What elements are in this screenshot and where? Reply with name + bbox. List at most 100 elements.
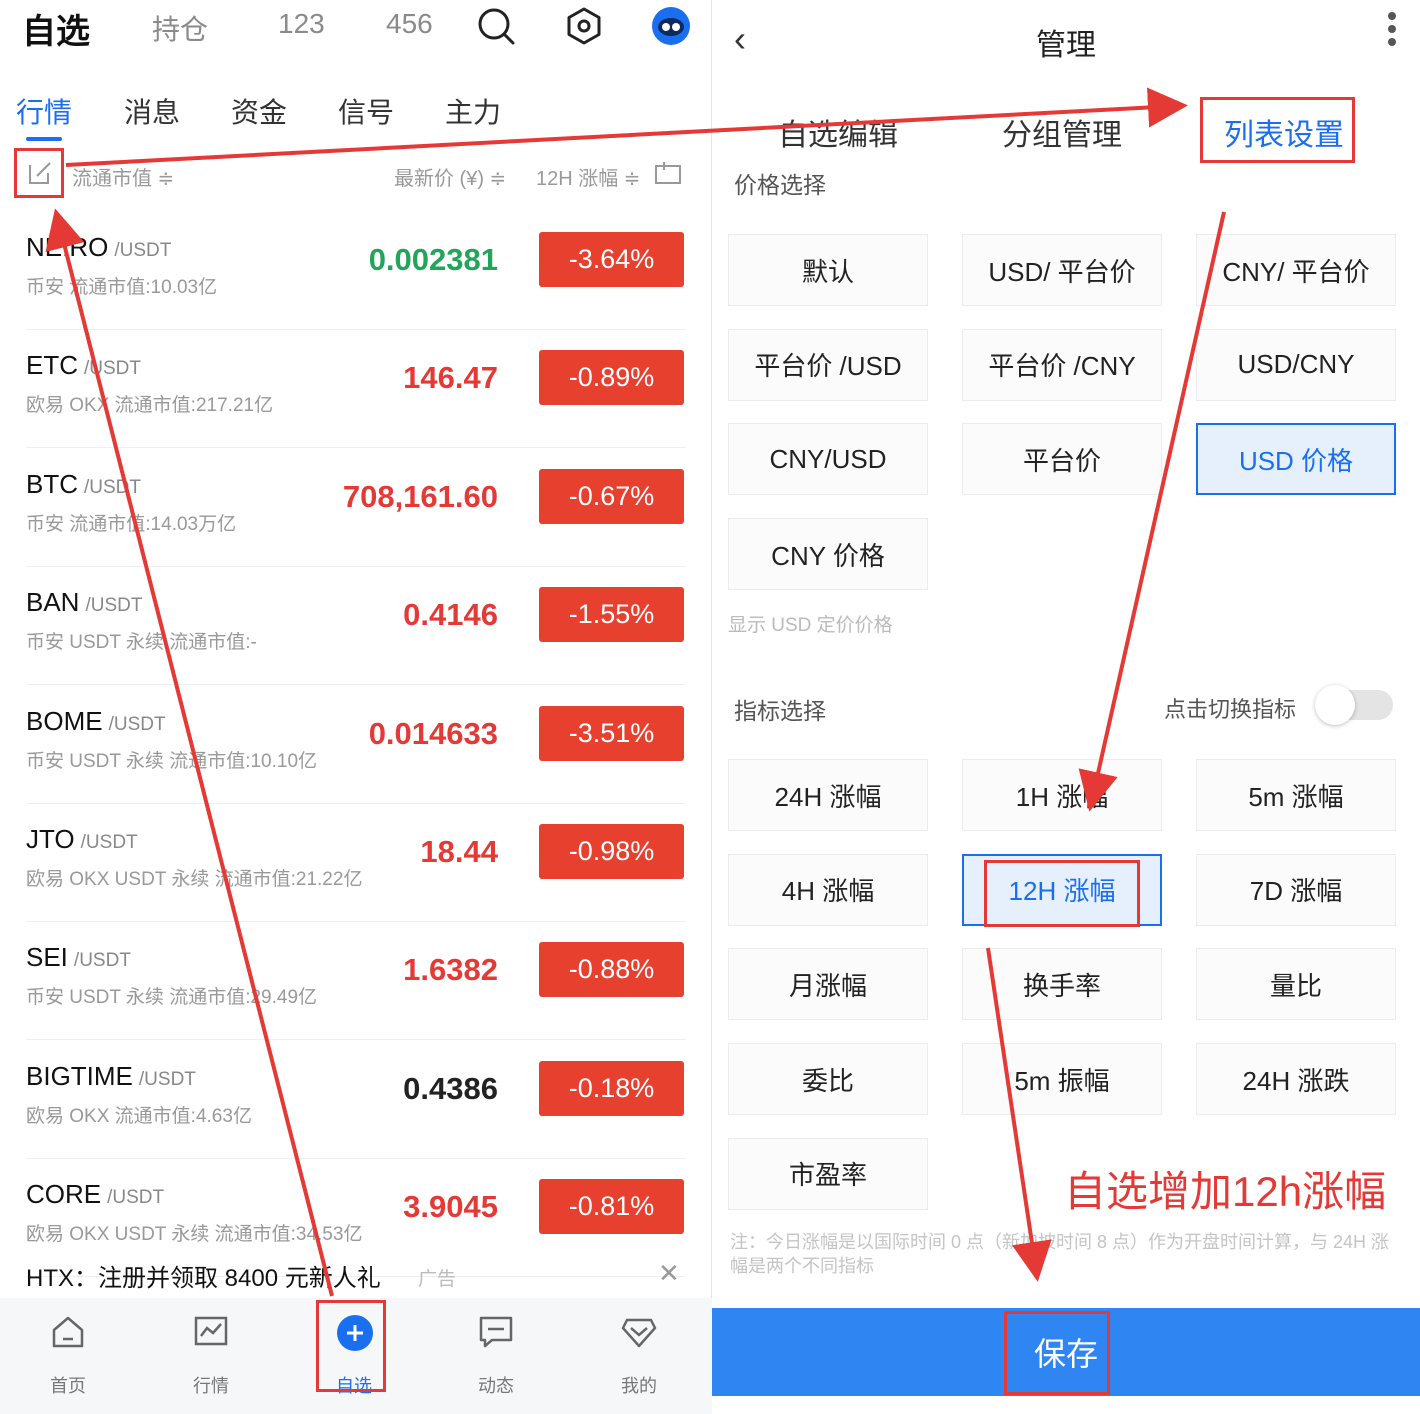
tab-edit-watchlist[interactable]: 自选编辑 [778, 110, 898, 154]
indicator-option[interactable]: 5m 振幅 [962, 1043, 1162, 1116]
price-option[interactable]: 平台价 /CNY [962, 328, 1162, 401]
sub-tab-bar: 行情 消息 资金 信号 主力 [0, 85, 712, 145]
manage-panel: ‹ 管理 自选编辑 分组管理 列表设置 价格选择 默认 USD/ 平台价 CNY/ … [712, 0, 1420, 1414]
subtab-funds[interactable]: 资金 [231, 91, 287, 131]
coin-price: 0.4146 [403, 597, 498, 633]
price-option[interactable]: CNY 价格 [728, 518, 928, 591]
coin-symbol: SEI/USDT [26, 942, 131, 973]
coin-symbol: BIGTIME/USDT [26, 1060, 196, 1091]
chart-icon [194, 1316, 228, 1346]
indicator-option[interactable]: 委比 [728, 1043, 928, 1116]
coin-quote: /USDT [85, 595, 143, 617]
indicator-12h-highlight [984, 860, 1140, 927]
coin-quote: /USDT [138, 1068, 196, 1090]
table-row[interactable]: JTO/USDT 欧易 OKX USDT 永续 流通市值:21.22亿 18.44 -… [0, 804, 712, 922]
coin-quote: /USDT [107, 1187, 165, 1209]
more-icon[interactable] [1388, 12, 1398, 51]
coin-price: 146.47 [403, 360, 498, 396]
subtab-news[interactable]: 消息 [124, 91, 180, 131]
ad-banner-text[interactable]: HTX：注册并领取 8400 元新人礼 [26, 1258, 381, 1293]
table-row[interactable]: NEIRO/USDT 币安 流通市值:10.03亿 0.002381 -3.64% [0, 212, 712, 330]
coin-quote: /USDT [84, 476, 141, 498]
change-badge[interactable]: -3.51% [539, 705, 684, 761]
table-row[interactable]: ETC/USDT 欧易 OKX 流通市值:217.21亿 146.47 -0.89% [0, 330, 712, 449]
subtab-signals[interactable]: 信号 [338, 91, 394, 131]
coin-exchange-info: 币安 USDT 永续 流通市值:- [26, 632, 257, 654]
price-option[interactable]: 平台价 /USD [728, 328, 928, 401]
price-option[interactable]: USD 价格 [1196, 423, 1396, 496]
edit-icon-highlight [14, 148, 64, 198]
save-highlight [1004, 1311, 1110, 1395]
sort-market-cap[interactable]: 流通市值 ≑ [72, 162, 174, 191]
change-badge[interactable]: -1.55% [539, 587, 684, 643]
coin-quote: /USDT [114, 240, 172, 261]
indicator-option[interactable]: 4H 涨幅 [728, 853, 928, 926]
tab-holdings[interactable]: 持仓 [152, 8, 208, 48]
diamond-icon [621, 1318, 657, 1348]
change-badge[interactable]: -0.88% [539, 942, 684, 998]
coin-symbol: BTC/USDT [26, 468, 141, 499]
column-switch-icon[interactable] [654, 160, 682, 186]
coin-exchange-info: 欧易 OKX 流通市值:217.21亿 [26, 395, 274, 417]
avatar[interactable] [651, 6, 691, 46]
coin-price: 0.014633 [368, 715, 498, 751]
subtab-market[interactable]: 行情 [16, 91, 72, 131]
indicator-option[interactable]: 市盈率 [728, 1137, 928, 1210]
active-tab-underline [26, 137, 62, 141]
price-option[interactable]: CNY/USD [728, 423, 928, 496]
coin-symbol: JTO/USDT [26, 824, 138, 854]
tab-123[interactable]: 123 [278, 8, 325, 40]
coin-quote: /USDT [73, 950, 131, 972]
tab-group-manage[interactable]: 分组管理 [1002, 110, 1122, 154]
coin-quote: /USDT [84, 358, 141, 380]
indicator-option[interactable]: 换手率 [962, 948, 1162, 1021]
price-option[interactable]: USD/CNY [1196, 328, 1396, 401]
price-section-label: 价格选择 [734, 172, 826, 198]
search-icon[interactable] [476, 6, 516, 46]
change-badge[interactable]: -0.67% [539, 468, 684, 524]
change-badge[interactable]: -0.18% [539, 1060, 684, 1116]
indicator-option[interactable]: 24H 涨幅 [728, 759, 928, 831]
watchlist-panel: 自选 持仓 123 456 行情 消息 资金 信号 主力 流通市值 ≑ 最新价 … [0, 0, 712, 1414]
indicator-option[interactable]: 月涨幅 [728, 948, 928, 1021]
price-option[interactable]: 默认 [728, 234, 928, 306]
tab-watchlist[interactable]: 自选 [22, 4, 90, 53]
settings-hexagon-icon[interactable] [564, 6, 604, 46]
indicator-option[interactable]: 7D 涨幅 [1196, 853, 1396, 926]
sort-change[interactable]: 12H 涨幅 ≑ [536, 162, 641, 191]
nav-watchlist-highlight [316, 1300, 386, 1392]
indicator-option[interactable]: 量比 [1196, 948, 1396, 1021]
indicator-option[interactable]: 5m 涨幅 [1196, 759, 1396, 831]
table-row[interactable]: BIGTIME/USDT 欧易 OKX 流通市值:4.63亿 0.4386 -0.18… [0, 1041, 712, 1159]
page-title: 管理 [1036, 29, 1096, 62]
price-option[interactable]: CNY/ 平台价 [1196, 234, 1396, 306]
table-row[interactable]: BTC/USDT 币安 流通市值:14.03万亿 708,161.60 -0.67% [0, 449, 712, 567]
ad-close-icon[interactable]: ✕ [658, 1258, 680, 1289]
table-row[interactable]: SEI/USDT 币安 USDT 永续 流通市值:29.49亿 1.6382 -0.8… [0, 922, 712, 1041]
coin-exchange-info: 欧易 OKX 流通市值:4.63亿 [26, 1105, 252, 1127]
list-settings-highlight [1200, 97, 1355, 163]
indicator-toggle[interactable] [1315, 685, 1393, 725]
coin-symbol: BOME/USDT [26, 705, 166, 736]
ad-tag: 广告 [418, 1269, 457, 1290]
top-tab-bar: 自选 持仓 123 456 [0, 0, 712, 60]
coin-quote: /USDT [80, 832, 138, 853]
tab-456[interactable]: 456 [386, 8, 433, 40]
subtab-main-force[interactable]: 主力 [445, 91, 501, 131]
coin-exchange-info: 币安 流通市值:10.03亿 [26, 277, 218, 298]
coin-exchange-info: 欧易 OKX USDT 永续 流通市值:21.22亿 [26, 869, 363, 890]
coin-price: 18.44 [420, 834, 498, 869]
indicator-option[interactable]: 1H 涨幅 [962, 759, 1162, 831]
price-option[interactable]: 平台价 [962, 423, 1162, 496]
change-badge[interactable]: -0.89% [539, 350, 684, 406]
indicator-option[interactable]: 24H 涨跌 [1196, 1043, 1396, 1116]
coin-symbol: ETC/USDT [26, 350, 141, 381]
sort-price[interactable]: 最新价 (¥) ≑ [394, 162, 506, 191]
change-badge[interactable]: -3.64% [539, 232, 684, 287]
change-badge[interactable]: -0.98% [539, 824, 684, 879]
coin-price: 0.002381 [368, 242, 498, 277]
price-option[interactable]: USD/ 平台价 [962, 234, 1162, 306]
table-row[interactable]: BAN/USDT 币安 USDT 永续 流通市值:- 0.4146 -1.55% [0, 567, 712, 686]
table-row[interactable]: BOME/USDT 币安 USDT 永续 流通市值:10.10亿 0.014633 -… [0, 686, 712, 804]
change-badge[interactable]: -0.81% [539, 1179, 684, 1235]
